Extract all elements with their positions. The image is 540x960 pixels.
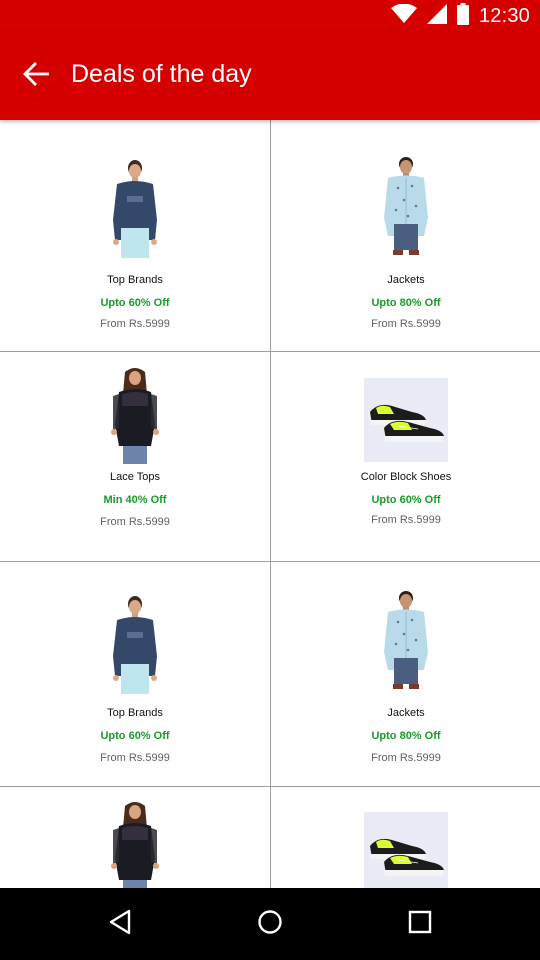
- nav-back-button[interactable]: [96, 900, 144, 948]
- deal-discount: Upto 80% Off: [371, 730, 441, 742]
- status-bar: 12:30: [0, 0, 540, 32]
- deal-name: Color Block Shoes: [360, 471, 452, 483]
- status-time: 12:30: [478, 4, 530, 27]
- arrow-left-icon: [23, 61, 50, 91]
- back-button[interactable]: [14, 54, 58, 98]
- deal-card-top-brands[interactable]: Top Brands Upto 60% Off From Rs.5999: [0, 562, 270, 786]
- deal-discount: Upto 60% Off: [100, 730, 170, 742]
- deal-card-jackets[interactable]: Jackets Upto 80% Off From Rs.5999: [271, 562, 540, 786]
- page-title: Deals of the day: [71, 60, 252, 88]
- deal-image: [105, 800, 165, 888]
- deal-price: From Rs.5999: [100, 318, 170, 330]
- deals-grid: Top Brands Upto 60% Off From Rs.5999 Jac…: [0, 120, 540, 888]
- deal-name: Top Brands: [107, 707, 163, 719]
- signal-icon: [426, 3, 447, 29]
- status-icons: 12:30: [390, 2, 530, 30]
- deal-price: From Rs.5999: [371, 752, 441, 764]
- deal-card-lace-tops[interactable]: Lace Tops Min 40% Off From Rs.5999: [0, 352, 270, 561]
- deal-card-jackets[interactable]: Jackets Upto 80% Off From Rs.5999: [271, 120, 540, 351]
- battery-icon: [456, 2, 469, 30]
- deal-card[interactable]: [271, 787, 540, 888]
- deal-price: From Rs.5999: [371, 318, 441, 330]
- deal-image: [105, 594, 165, 694]
- deal-image: [105, 366, 165, 466]
- deal-name: Lace Tops: [110, 471, 160, 483]
- deal-name: Jackets: [387, 707, 425, 719]
- deal-name: Jackets: [387, 274, 425, 286]
- circle-home-icon: [257, 909, 283, 940]
- deal-discount: Min 40% Off: [103, 494, 167, 506]
- deal-card-color-block-shoes[interactable]: Color Block Shoes Upto 60% Off From Rs.5…: [271, 352, 540, 561]
- deal-price: From Rs.5999: [100, 516, 170, 528]
- system-nav-bar: [0, 888, 540, 960]
- deal-image: [364, 378, 448, 462]
- square-recents-icon: [408, 910, 432, 939]
- deal-card-top-brands[interactable]: Top Brands Upto 60% Off From Rs.5999: [0, 120, 270, 351]
- app-bar: Deals of the day: [0, 32, 540, 120]
- deal-image: [376, 590, 436, 690]
- deal-price: From Rs.5999: [371, 514, 441, 526]
- nav-home-button[interactable]: [246, 900, 294, 948]
- deal-discount: Upto 60% Off: [100, 297, 170, 309]
- deal-image: [105, 158, 165, 258]
- deal-image: [364, 812, 448, 888]
- deal-price: From Rs.5999: [100, 752, 170, 764]
- deal-card[interactable]: [0, 787, 270, 888]
- deal-discount: Upto 60% Off: [371, 494, 441, 506]
- wifi-icon: [390, 3, 417, 29]
- nav-recents-button[interactable]: [396, 900, 444, 948]
- deal-image: [376, 156, 436, 256]
- deal-name: Top Brands: [107, 274, 163, 286]
- triangle-back-icon: [108, 909, 132, 940]
- deal-discount: Upto 80% Off: [371, 297, 441, 309]
